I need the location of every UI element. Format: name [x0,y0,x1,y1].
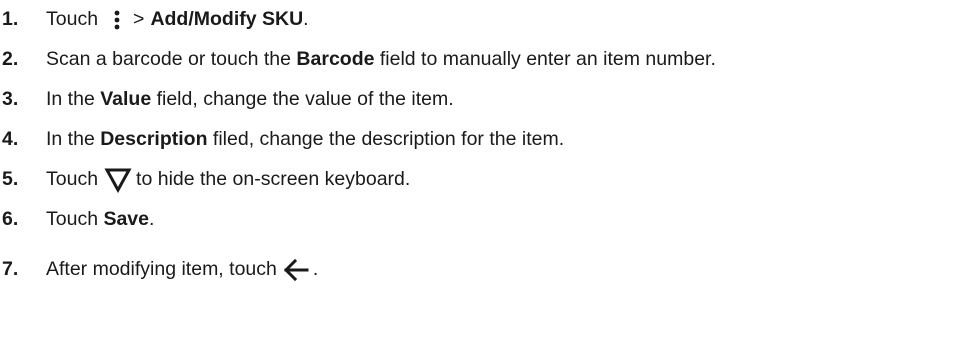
step-bold-term: Description [100,128,208,151]
step-number: 4. [2,128,19,151]
step-text-part: In the [46,88,101,111]
step-text-part: > [133,8,145,31]
step-text-part: field to manually enter an item number. [374,48,716,71]
step-text-part: . [303,8,309,31]
step-bold-term: Value [100,88,152,111]
step-text-part: Touch [46,8,99,31]
step-number: 5. [2,168,19,191]
step-text-part: Scan a barcode or touch the [46,48,297,71]
step-number: 6. [2,208,19,231]
step-text: After modifying item, touch . [46,259,318,281]
step-bold-term: Barcode [296,48,375,71]
step-5: 5. Touch to hide the on-screen keyboard. [0,160,410,200]
step-text-part: to hide the on-screen keyboard. [136,168,411,191]
step-text-part: . [312,258,319,281]
step-text: Touch > Add/Modify SKU . [46,10,309,30]
step-1: 1. Touch > Add/Modify SKU . [0,0,309,40]
step-text-part: Touch [46,168,99,191]
step-7: 7. After modifying item, touch . [0,250,318,290]
more-vert-icon [114,10,120,30]
step-number: 2. [2,48,19,71]
step-text: In the Description filed, change the des… [46,130,564,150]
step-bold-term: Save [103,208,149,231]
step-number: 7. [2,258,19,281]
step-bold-term: Add/Modify SKU [150,8,304,31]
step-text: Touch to hide the on-screen keyboard. [46,167,410,193]
step-text-part: Touch [46,208,104,231]
triangle-down-icon [104,167,132,193]
step-2: 2. Scan a barcode or touch the Barcode f… [0,40,716,80]
step-text-part: field, change the value of the item. [151,88,454,111]
step-text: Touch Save . [46,210,154,230]
step-3: 3. In the Value field, change the value … [0,80,454,120]
step-text-part: After modifying item, touch [46,258,277,281]
step-text: In the Value field, change the value of … [46,90,454,110]
step-number: 1. [2,8,19,31]
step-number: 3. [2,88,19,111]
step-4: 4. In the Description filed, change the … [0,120,564,160]
step-text: Scan a barcode or touch the Barcode fiel… [46,50,716,70]
instruction-steps: 1. Touch > Add/Modify SKU . 2. Scan a ba… [0,0,962,339]
step-text-part: . [149,208,155,231]
arrow-left-icon [283,259,309,281]
step-6: 6. Touch Save . [0,200,154,240]
step-text-part: In the [46,128,101,151]
step-text-part: filed, change the description for the it… [207,128,565,151]
